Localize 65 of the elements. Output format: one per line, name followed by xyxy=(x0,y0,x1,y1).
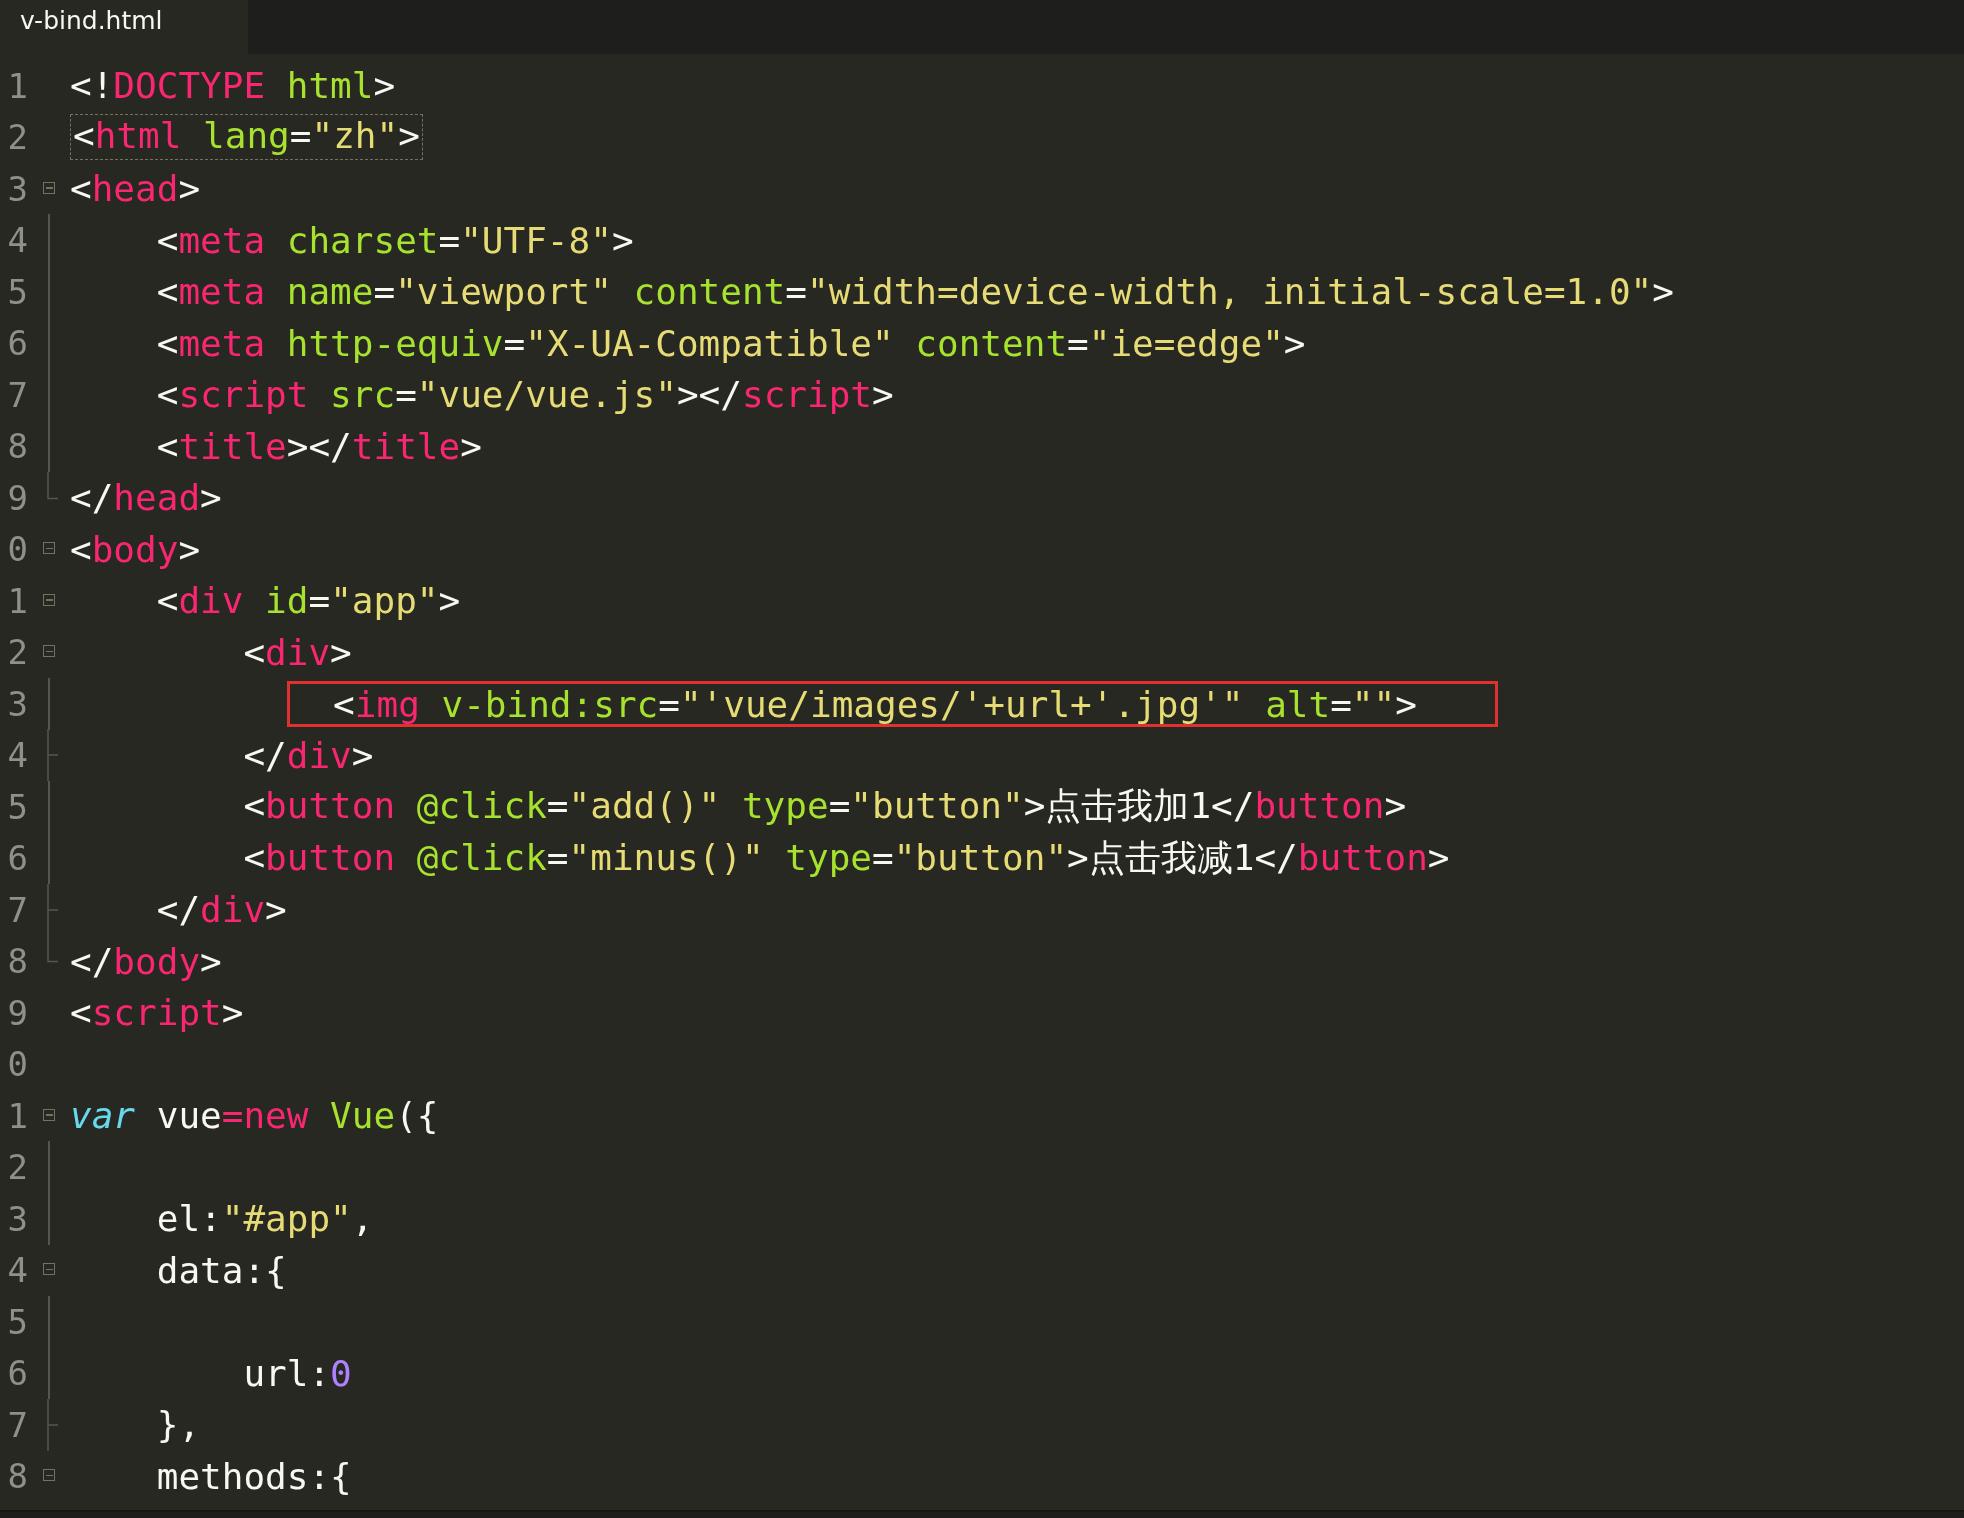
line-number: 5 xyxy=(6,786,28,827)
code-line: url:0 xyxy=(243,1352,352,1394)
code-line: </body> xyxy=(70,940,222,982)
code-line: <meta name="viewport" content="width=device-width, initial-scale=1.0"> xyxy=(156,271,1674,313)
fold-icon[interactable] xyxy=(43,593,55,606)
line-number: 5 xyxy=(6,1301,28,1342)
code-line: </div> xyxy=(243,734,374,776)
code-line: <title></title> xyxy=(156,425,482,467)
line-number: 9 xyxy=(6,477,28,518)
line-number: 1 xyxy=(6,580,28,621)
line-number: 6 xyxy=(6,1353,28,1394)
code-line: el:"#app", xyxy=(156,1198,374,1240)
fold-end-icon xyxy=(47,729,59,782)
line-number: 7 xyxy=(6,374,28,415)
line-number: 0 xyxy=(6,1044,28,1085)
code-line: <div> xyxy=(243,631,352,673)
code-line: </head> xyxy=(70,477,222,519)
fold-icon[interactable] xyxy=(43,181,55,194)
code-line: }, xyxy=(156,1404,201,1446)
code-line: data:{ xyxy=(156,1249,287,1291)
line-number: 5 xyxy=(6,271,28,312)
code-line: <script src="vue/vue.js"></script> xyxy=(156,374,894,416)
code-line: <script> xyxy=(70,992,244,1034)
line-number: 2 xyxy=(6,117,28,158)
line-number: 7 xyxy=(6,1404,28,1445)
line-number: 2 xyxy=(6,1147,28,1188)
code-line: methods:{ xyxy=(156,1455,352,1497)
fold-end-icon xyxy=(47,1398,59,1451)
fold-icon[interactable] xyxy=(43,1108,55,1121)
line-number: 6 xyxy=(6,323,28,364)
line-number: 8 xyxy=(6,426,28,467)
file-tab[interactable]: v-bind.html xyxy=(0,0,248,54)
line-number: 1 xyxy=(6,65,28,106)
code-line: <img v-bind:src="'vue/images/'+url+'.jpg'" alt=""> xyxy=(333,683,1417,725)
fold-icon[interactable] xyxy=(43,542,55,555)
fold-icon[interactable] xyxy=(43,645,55,658)
code-line: var vue=new Vue({ xyxy=(70,1095,439,1137)
fold-guide-line xyxy=(48,677,50,730)
fold-icon[interactable] xyxy=(43,1469,55,1482)
code-line: <div id="app"> xyxy=(156,580,461,622)
line-number: 9 xyxy=(6,992,28,1033)
code-line: <html lang="zh"> xyxy=(73,115,420,157)
code-line: <meta charset="UTF-8"> xyxy=(156,219,634,261)
fold-end-icon xyxy=(47,471,59,500)
code-line: <body> xyxy=(70,528,201,570)
code-line: </div> xyxy=(156,889,287,931)
code-line: <!DOCTYPE html> xyxy=(70,65,396,107)
line-number: 4 xyxy=(6,220,28,261)
fold-icon[interactable] xyxy=(43,1263,55,1276)
line-number: 4 xyxy=(6,735,28,776)
line-number: 8 xyxy=(6,941,28,982)
line-number: 3 xyxy=(6,683,28,724)
line-number: 2 xyxy=(6,632,28,673)
code-line: <button @click="add()" type="button">点击我加1</button> xyxy=(243,784,1407,829)
line-number: 3 xyxy=(6,168,28,209)
line-number: 1 xyxy=(6,1095,28,1136)
line-number: 3 xyxy=(6,1198,28,1239)
line-number: 8 xyxy=(6,1456,28,1497)
line-number: 0 xyxy=(6,529,28,570)
line-number: 4 xyxy=(6,1250,28,1291)
code-line: <button @click="minus()" type="button">点击我减1</button> xyxy=(243,835,1450,880)
line-number: 6 xyxy=(6,838,28,879)
code-line: <head> xyxy=(70,168,201,210)
code-line: <meta http-equiv="X-UA-Compatible" content="ie=edge"> xyxy=(156,322,1306,364)
line-number: 7 xyxy=(6,889,28,930)
